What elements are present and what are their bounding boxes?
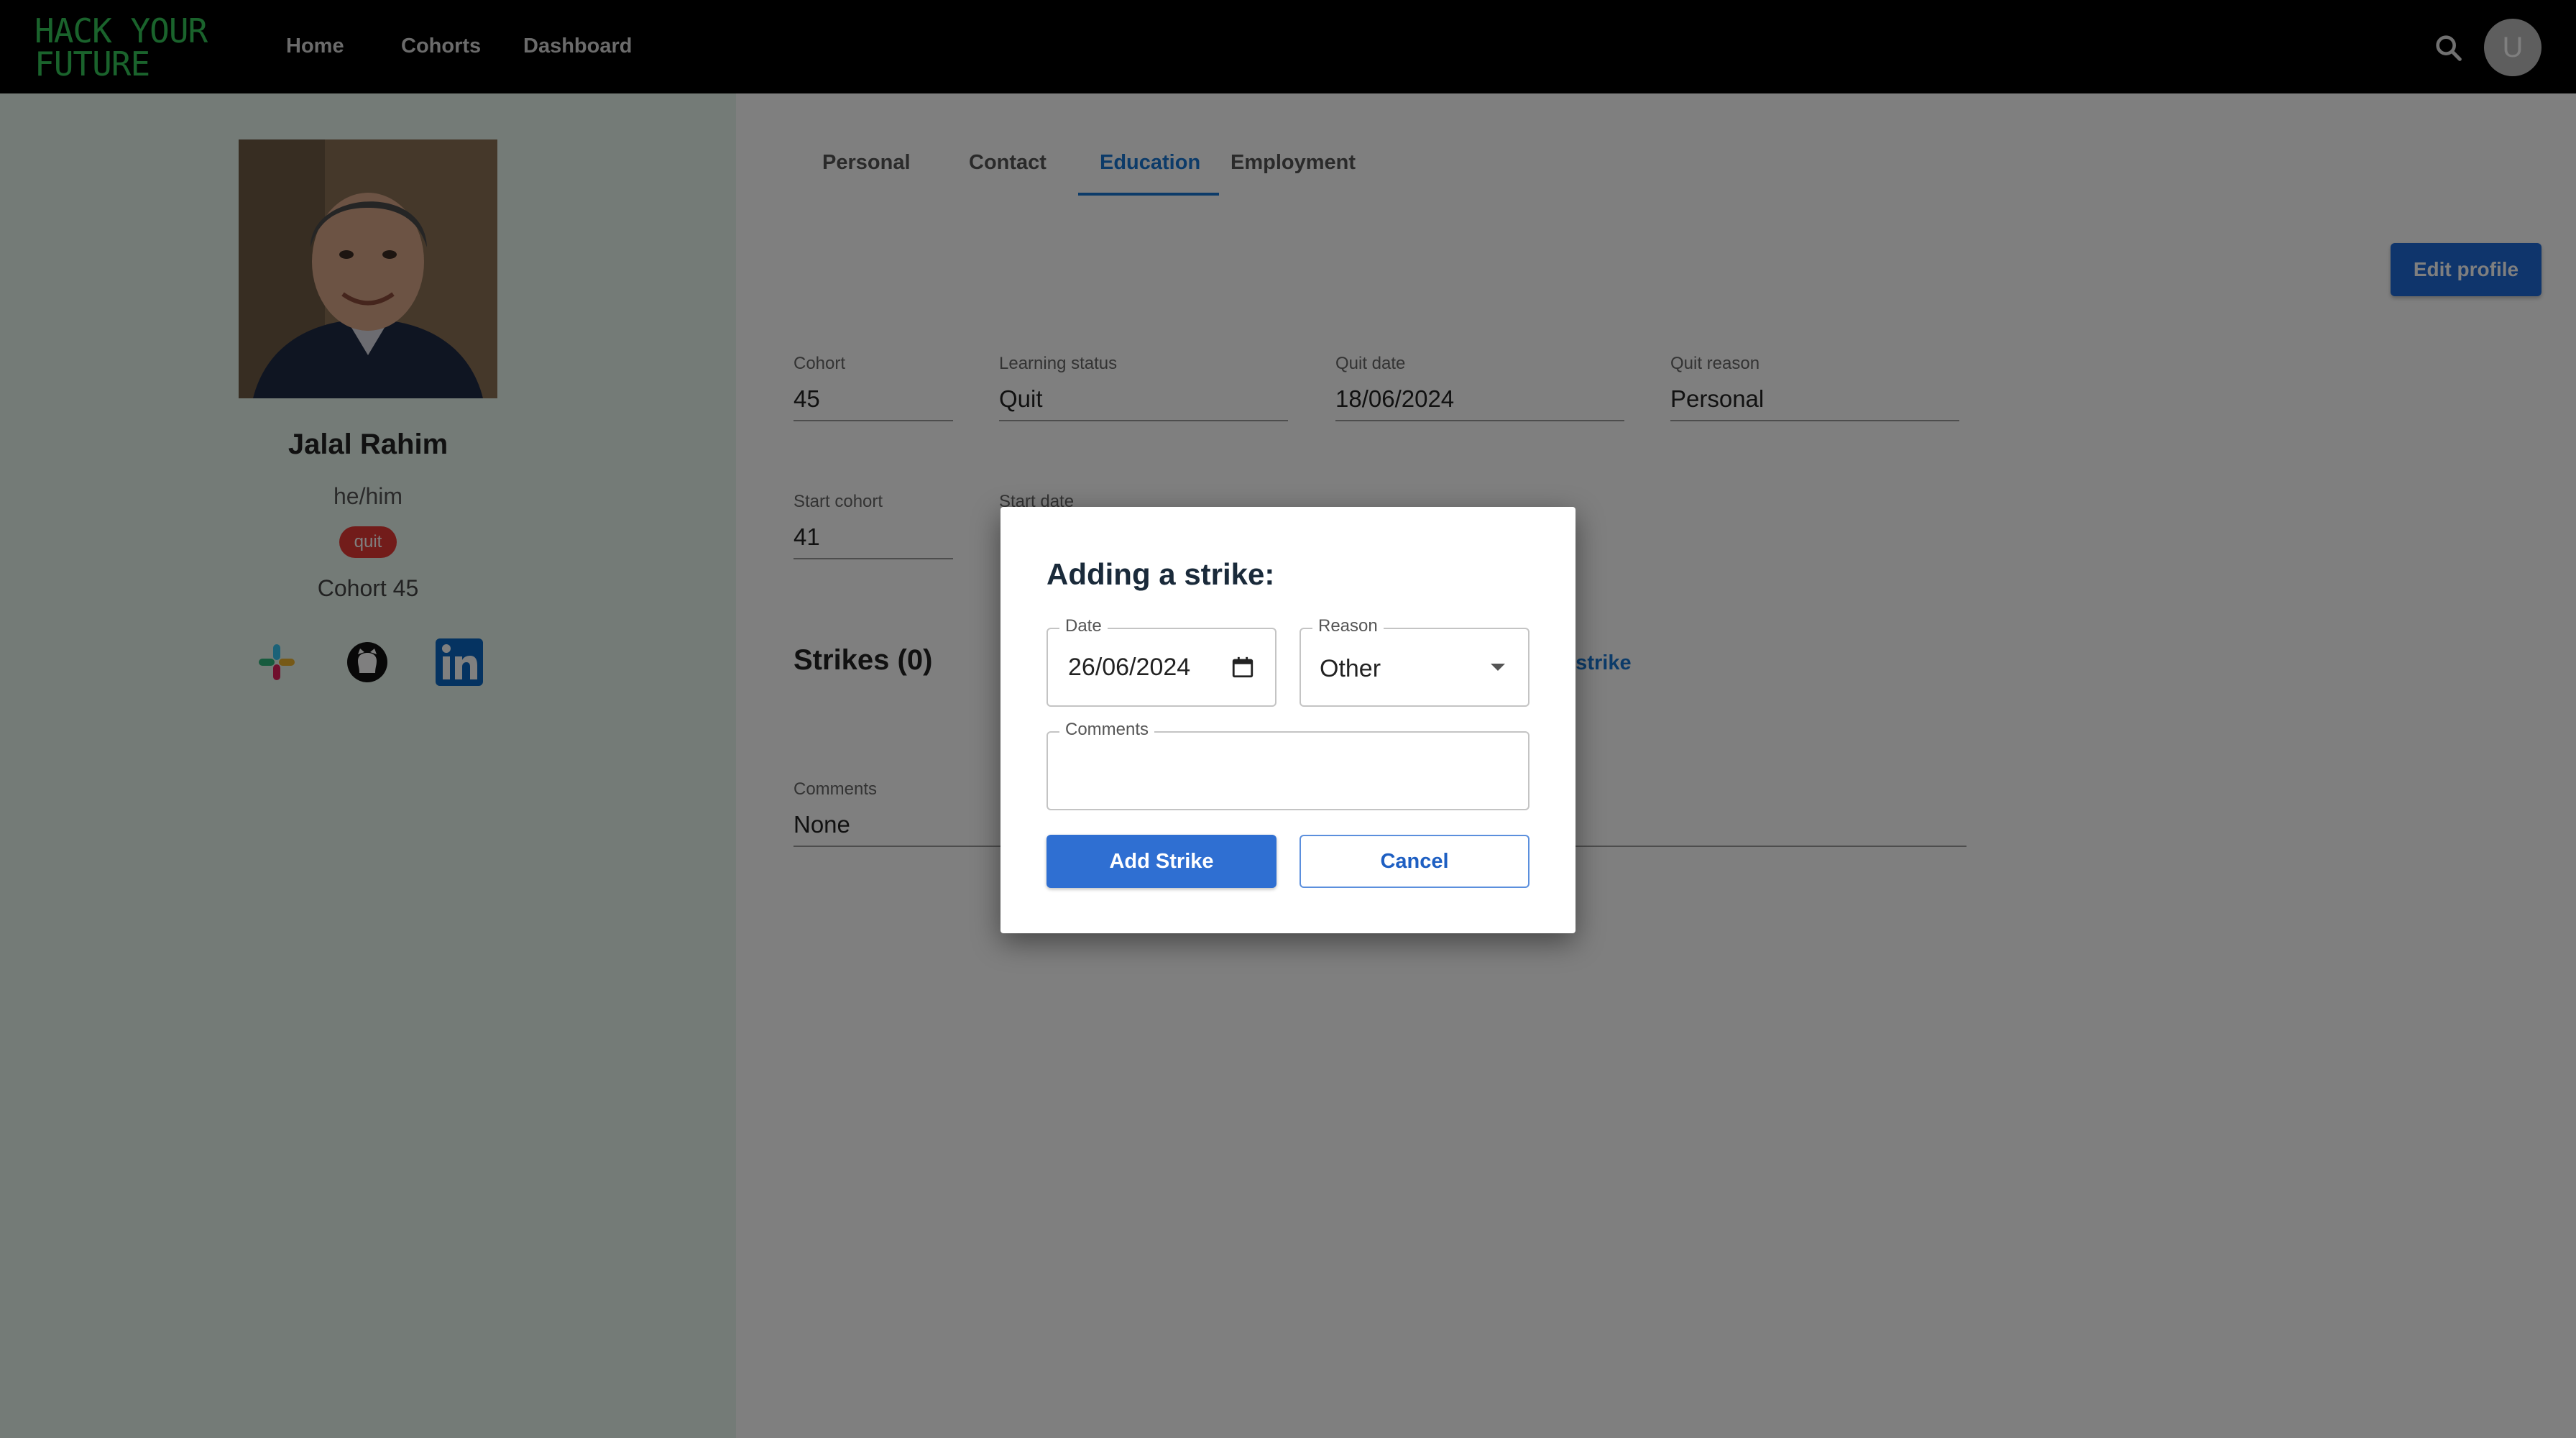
reason-select[interactable]: Other — [1300, 628, 1530, 707]
chevron-down-icon — [1491, 664, 1505, 671]
reason-value: Other — [1320, 655, 1381, 682]
date-value: 26/06/2024 — [1068, 654, 1191, 681]
reason-label: Reason — [1312, 616, 1384, 636]
add-strike-button[interactable]: Add Strike — [1046, 835, 1276, 888]
comments-input[interactable] — [1046, 731, 1530, 810]
comments-input-label: Comments — [1059, 720, 1155, 740]
cancel-button[interactable]: Cancel — [1300, 835, 1530, 888]
date-field[interactable]: 26/06/2024 — [1046, 628, 1276, 707]
date-label: Date — [1059, 616, 1108, 636]
add-strike-dialog: Adding a strike: 26/06/2024 Date Other R… — [1000, 507, 1576, 933]
calendar-icon[interactable] — [1230, 655, 1255, 679]
dialog-title: Adding a strike: — [1046, 557, 1275, 591]
